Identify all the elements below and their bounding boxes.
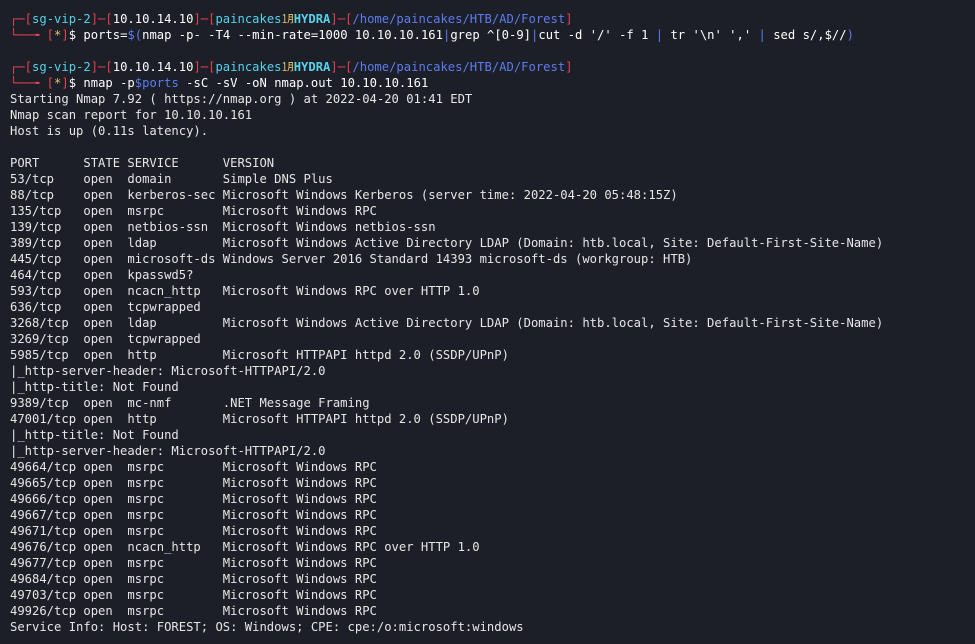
prompt-host: sg-vip-2 [32,60,91,74]
output-line: |_http-server-header: Microsoft-HTTPAPI/… [10,444,326,458]
prompt-command-line[interactable]: └──╼ [*]$ ports=$(nmap -p- -T4 --min-rat… [10,27,883,43]
output-line: PORT STATE SERVICE VERSION [10,156,275,170]
output-line: 135/tcp open msrpc Microsoft Windows RPC [10,204,377,218]
output-line: 593/tcp open ncacn_http Microsoft Window… [10,284,480,298]
command-token: grep ^[0-9] [450,28,532,42]
prompt-machine: HYDRA [293,12,331,26]
command-output: Starting Nmap 7.92 ( https://nmap.org ) … [10,91,883,635]
skull-icon: ㋀ [281,60,294,74]
command-token: | [655,28,671,42]
output-line: Host is up (0.11s latency). [10,124,209,138]
prompt-header: ┌─[sg-vip-2]─[10.10.14.10]─[paincakes㋀HY… [10,12,573,26]
command-token: $ports [134,76,179,90]
command-token: nmap -p- -T4 --min-rate=1000 10.10.10.16… [142,28,443,42]
command-token: sed s/,$// [773,28,847,42]
command-token: -sC -sV -oN nmap.out 10.10.10.161 [178,76,429,90]
prompt-command-line[interactable]: └──╼ [*]$ nmap -p$ports -sC -sV -oN nmap… [10,75,883,91]
prompt-ip: 10.10.14.10 [112,60,194,74]
output-line: 47001/tcp open http Microsoft HTTPAPI ht… [10,412,509,426]
output-line: 88/tcp open kerberos-sec Microsoft Windo… [10,188,678,202]
command-text: ports=$(nmap -p- -T4 --min-rate=1000 10.… [83,28,854,42]
output-line: 5985/tcp open http Microsoft HTTPAPI htt… [10,348,509,362]
prompt-path: /home/paincakes/HTB/AD/Forest [352,12,566,26]
output-line: 49926/tcp open msrpc Microsoft Windows R… [10,604,377,618]
output-line: 53/tcp open domain Simple DNS Plus [10,172,333,186]
output-line: 49703/tcp open msrpc Microsoft Windows R… [10,588,377,602]
output-line: 3268/tcp open ldap Microsoft Windows Act… [10,316,884,330]
output-line: 49664/tcp open msrpc Microsoft Windows R… [10,460,377,474]
output-line: Nmap scan report for 10.10.10.161 [10,108,253,122]
prompt-path: /home/paincakes/HTB/AD/Forest [352,60,566,74]
output-line: 445/tcp open microsoft-ds Windows Server… [10,252,693,266]
output-line: |_http-title: Not Found [10,380,179,394]
prompt-ip: 10.10.14.10 [112,12,194,26]
output-line: 49676/tcp open ncacn_http Microsoft Wind… [10,540,480,554]
command-token: | [758,28,774,42]
prompt-block: ┌─[sg-vip-2]─[10.10.14.10]─[paincakes㋀HY… [10,11,883,43]
prompt-user: paincakes [215,60,282,74]
output-line: 3269/tcp open tcpwrapped [10,332,201,346]
command-text: nmap -p$ports -sC -sV -oN nmap.out 10.10… [83,76,428,90]
output-line: 49665/tcp open msrpc Microsoft Windows R… [10,476,377,490]
command-token: $( [127,28,143,42]
prompt-header: ┌─[sg-vip-2]─[10.10.14.10]─[paincakes㋀HY… [10,60,573,74]
command-token: ) [846,28,854,42]
terminal-window: { "prompts": [ { "host": "sg-vip-2", "ip… [0,0,975,644]
output-line: 49667/tcp open msrpc Microsoft Windows R… [10,508,377,522]
output-line: 49671/tcp open msrpc Microsoft Windows R… [10,524,377,538]
output-line: 49684/tcp open msrpc Microsoft Windows R… [10,572,377,586]
prompt-block: ┌─[sg-vip-2]─[10.10.14.10]─[paincakes㋀HY… [10,59,883,91]
output-line: 9389/tcp open mc-nmf .NET Message Framin… [10,396,370,410]
command-token: nmap -p [83,76,135,90]
command-token: tr '\n' ',' [670,28,759,42]
output-line: 49666/tcp open msrpc Microsoft Windows R… [10,492,377,506]
output-line: |_http-title: Not Found [10,428,179,442]
output-line: 49677/tcp open msrpc Microsoft Windows R… [10,556,377,570]
output-line: 389/tcp open ldap Microsoft Windows Acti… [10,236,884,250]
output-line: 636/tcp open tcpwrapped [10,300,201,314]
command-token: cut -d '/' -f 1 [538,28,656,42]
output-line: Starting Nmap 7.92 ( https://nmap.org ) … [10,92,473,106]
output-line: Service Info: Host: FOREST; OS: Windows;… [10,620,524,634]
prompt-machine: HYDRA [293,60,331,74]
output-line: |_http-server-header: Microsoft-HTTPAPI/… [10,364,326,378]
prompt-host: sg-vip-2 [32,12,91,26]
terminal-content: ┌─[sg-vip-2]─[10.10.14.10]─[paincakes㋀HY… [10,11,883,635]
command-token: ports= [83,28,128,42]
prompt-user: paincakes [215,12,282,26]
output-line: 139/tcp open netbios-ssn Microsoft Windo… [10,220,436,234]
output-line: 464/tcp open kpasswd5? [10,268,194,282]
skull-icon: ㋀ [281,12,294,26]
